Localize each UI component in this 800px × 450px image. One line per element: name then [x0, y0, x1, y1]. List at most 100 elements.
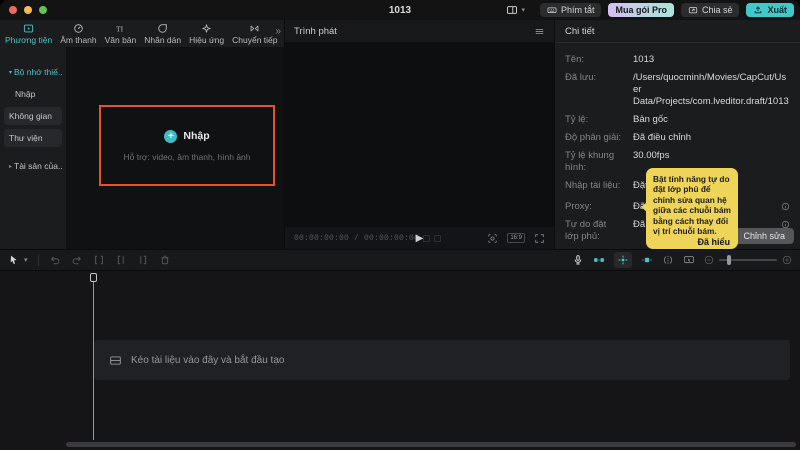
empty-track-dropzone[interactable]: Kéo tài liệu vào đây và bắt đầu tạo	[94, 340, 790, 380]
timeline-panel: ▾	[0, 250, 800, 450]
undo-button[interactable]	[49, 254, 61, 266]
fit-focus-icon[interactable]	[487, 233, 498, 244]
more-tabs-chevron[interactable]: »	[275, 26, 281, 37]
tooltip-confirm-button[interactable]: Đã hiểu	[697, 237, 730, 247]
next-frame-button[interactable]	[434, 235, 441, 242]
share-button[interactable]: Chia sẻ	[681, 3, 740, 17]
minimize-window-button[interactable]	[24, 6, 32, 14]
row-label: Tên:	[565, 54, 621, 66]
layout-icon	[506, 4, 518, 16]
toolbar-divider	[38, 255, 39, 266]
playhead-handle[interactable]	[90, 273, 97, 282]
svg-text:TI: TI	[116, 24, 124, 33]
media-icon	[23, 23, 34, 34]
titlebar: 1013 ▾ Phím tắt Mua gói Pro	[0, 0, 800, 20]
tooltip-text: Bật tính năng tự do đặt lớp phủ để chỉnh…	[653, 174, 731, 236]
timeline-empty-hint: Kéo tài liệu vào đây và bắt đầu tạo	[131, 355, 284, 366]
chevron-down-icon: ▾	[521, 6, 525, 14]
plus-icon: +	[164, 130, 177, 143]
sparkle-icon	[201, 23, 212, 34]
sidebar-item-space[interactable]: Không gian	[4, 107, 62, 125]
sidebar-item-label: Tài sản của...	[14, 161, 62, 171]
edit-details-button[interactable]: Chỉnh sửa	[734, 228, 794, 244]
info-icon[interactable]	[781, 202, 790, 211]
mirror-preview-icon[interactable]	[662, 254, 674, 266]
trim-left-button[interactable]	[115, 254, 127, 266]
redo-button[interactable]	[71, 254, 83, 266]
trim-right-button[interactable]	[137, 254, 149, 266]
tab-media[interactable]: Phương tiện	[1, 20, 56, 47]
zoom-in-icon[interactable]	[782, 255, 792, 265]
timeline-toolbar: ▾	[0, 250, 800, 271]
layout-switch-button[interactable]: ▾	[506, 4, 525, 16]
zoom-slider-track[interactable]	[719, 259, 777, 261]
mainline-magnet-icon[interactable]	[641, 254, 653, 266]
prev-frame-button[interactable]	[423, 235, 430, 242]
media-track-icon	[109, 354, 122, 367]
delete-button[interactable]	[159, 254, 171, 266]
preview-controls: 00:00:00:00 / 00:00:00:00 ▶ 16:9	[285, 227, 554, 249]
tab-audio[interactable]: Âm thanh	[56, 20, 100, 47]
titlebar-actions: ▾ Phím tắt Mua gói Pro Chia sẻ	[506, 3, 800, 17]
hamburger-menu-icon[interactable]	[534, 26, 545, 37]
tab-transitions[interactable]: Chuyển tiếp	[228, 20, 281, 47]
fullscreen-icon[interactable]	[534, 233, 545, 244]
shortcuts-label: Phím tắt	[561, 5, 595, 15]
shortcuts-button[interactable]: Phím tắt	[540, 3, 602, 17]
transition-icon	[249, 23, 260, 34]
timeline-horizontal-scrollbar[interactable]	[66, 442, 796, 447]
zoom-out-icon[interactable]	[704, 255, 714, 265]
auto-snap-icon[interactable]	[614, 252, 632, 268]
sidebar-item-library[interactable]: Thư viện	[4, 129, 62, 147]
preview-window-icon[interactable]	[683, 254, 695, 266]
sidebar-item-label: Không gian	[9, 111, 52, 121]
row-value: /Users/quocminh/Movies/CapCut/User Data/…	[621, 72, 790, 108]
sidebar-item-device-storage[interactable]: ▾ Bộ nhớ thiế...	[4, 63, 62, 81]
media-sidebar: ▾ Bộ nhớ thiế... Nhập Không gian Thư việ…	[0, 47, 66, 249]
sidebar-item-label: Thư viện	[9, 133, 43, 143]
preview-right-controls: 16:9	[487, 233, 545, 244]
row-label: Độ phân giải:	[565, 132, 621, 144]
preview-panel: Trình phát 00:00:00:00 / 00:00:00:00 ▶ 1…	[285, 20, 554, 249]
window-controls	[0, 6, 47, 14]
select-tool-button[interactable]	[8, 254, 20, 266]
timeline-tools-right	[572, 252, 792, 268]
split-clip-button[interactable]	[93, 254, 105, 266]
preview-viewport[interactable]	[285, 42, 554, 227]
tab-effects-label: Hiệu ứng	[189, 35, 224, 45]
details-title: Chi tiết	[555, 20, 800, 43]
close-window-button[interactable]	[9, 6, 17, 14]
link-clips-icon[interactable]	[593, 254, 605, 266]
share-label: Chia sẻ	[702, 5, 733, 15]
buy-pro-label: Mua gói Pro	[615, 5, 667, 15]
caret-down-icon: ▾	[9, 69, 12, 76]
text-icon: TI	[115, 23, 126, 34]
record-audio-button[interactable]	[572, 254, 584, 266]
caret-right-icon: ▸	[9, 163, 12, 170]
sidebar-item-my-assets[interactable]: ▸ Tài sản của...	[4, 157, 62, 175]
buy-pro-button[interactable]: Mua gói Pro	[608, 3, 674, 17]
tab-stickers[interactable]: Nhãn dán	[140, 20, 185, 47]
audio-icon	[73, 23, 84, 34]
maximize-window-button[interactable]	[39, 6, 47, 14]
capcut-window: 1013 ▾ Phím tắt Mua gói Pro	[0, 0, 800, 450]
export-button[interactable]: Xuất	[746, 3, 794, 17]
tab-filters[interactable]: Bộ lọc	[282, 20, 285, 47]
aspect-ratio-button[interactable]: 16:9	[507, 233, 525, 243]
detail-row-name: Tên: 1013	[565, 54, 790, 66]
share-icon	[688, 5, 698, 15]
import-label: Nhập	[183, 130, 209, 142]
play-button[interactable]: ▶	[416, 233, 424, 244]
export-label: Xuất	[767, 5, 787, 15]
sidebar-item-import[interactable]: Nhập	[4, 85, 62, 103]
tab-effects[interactable]: Hiệu ứng	[185, 20, 228, 47]
keyboard-icon	[547, 5, 557, 15]
select-tool-caret-icon[interactable]: ▾	[24, 256, 28, 264]
zoom-slider-handle[interactable]	[727, 255, 731, 265]
sticker-icon	[157, 23, 168, 34]
row-label: Tự do đặt lớp phủ:	[565, 219, 621, 243]
timeline-tools-left: ▾	[8, 254, 171, 266]
media-content: + Nhập Hỗ trợ: video, âm thanh, hình ảnh	[66, 47, 284, 249]
import-button[interactable]: + Nhập	[164, 130, 209, 143]
tab-text[interactable]: TI Văn bản	[101, 20, 141, 47]
